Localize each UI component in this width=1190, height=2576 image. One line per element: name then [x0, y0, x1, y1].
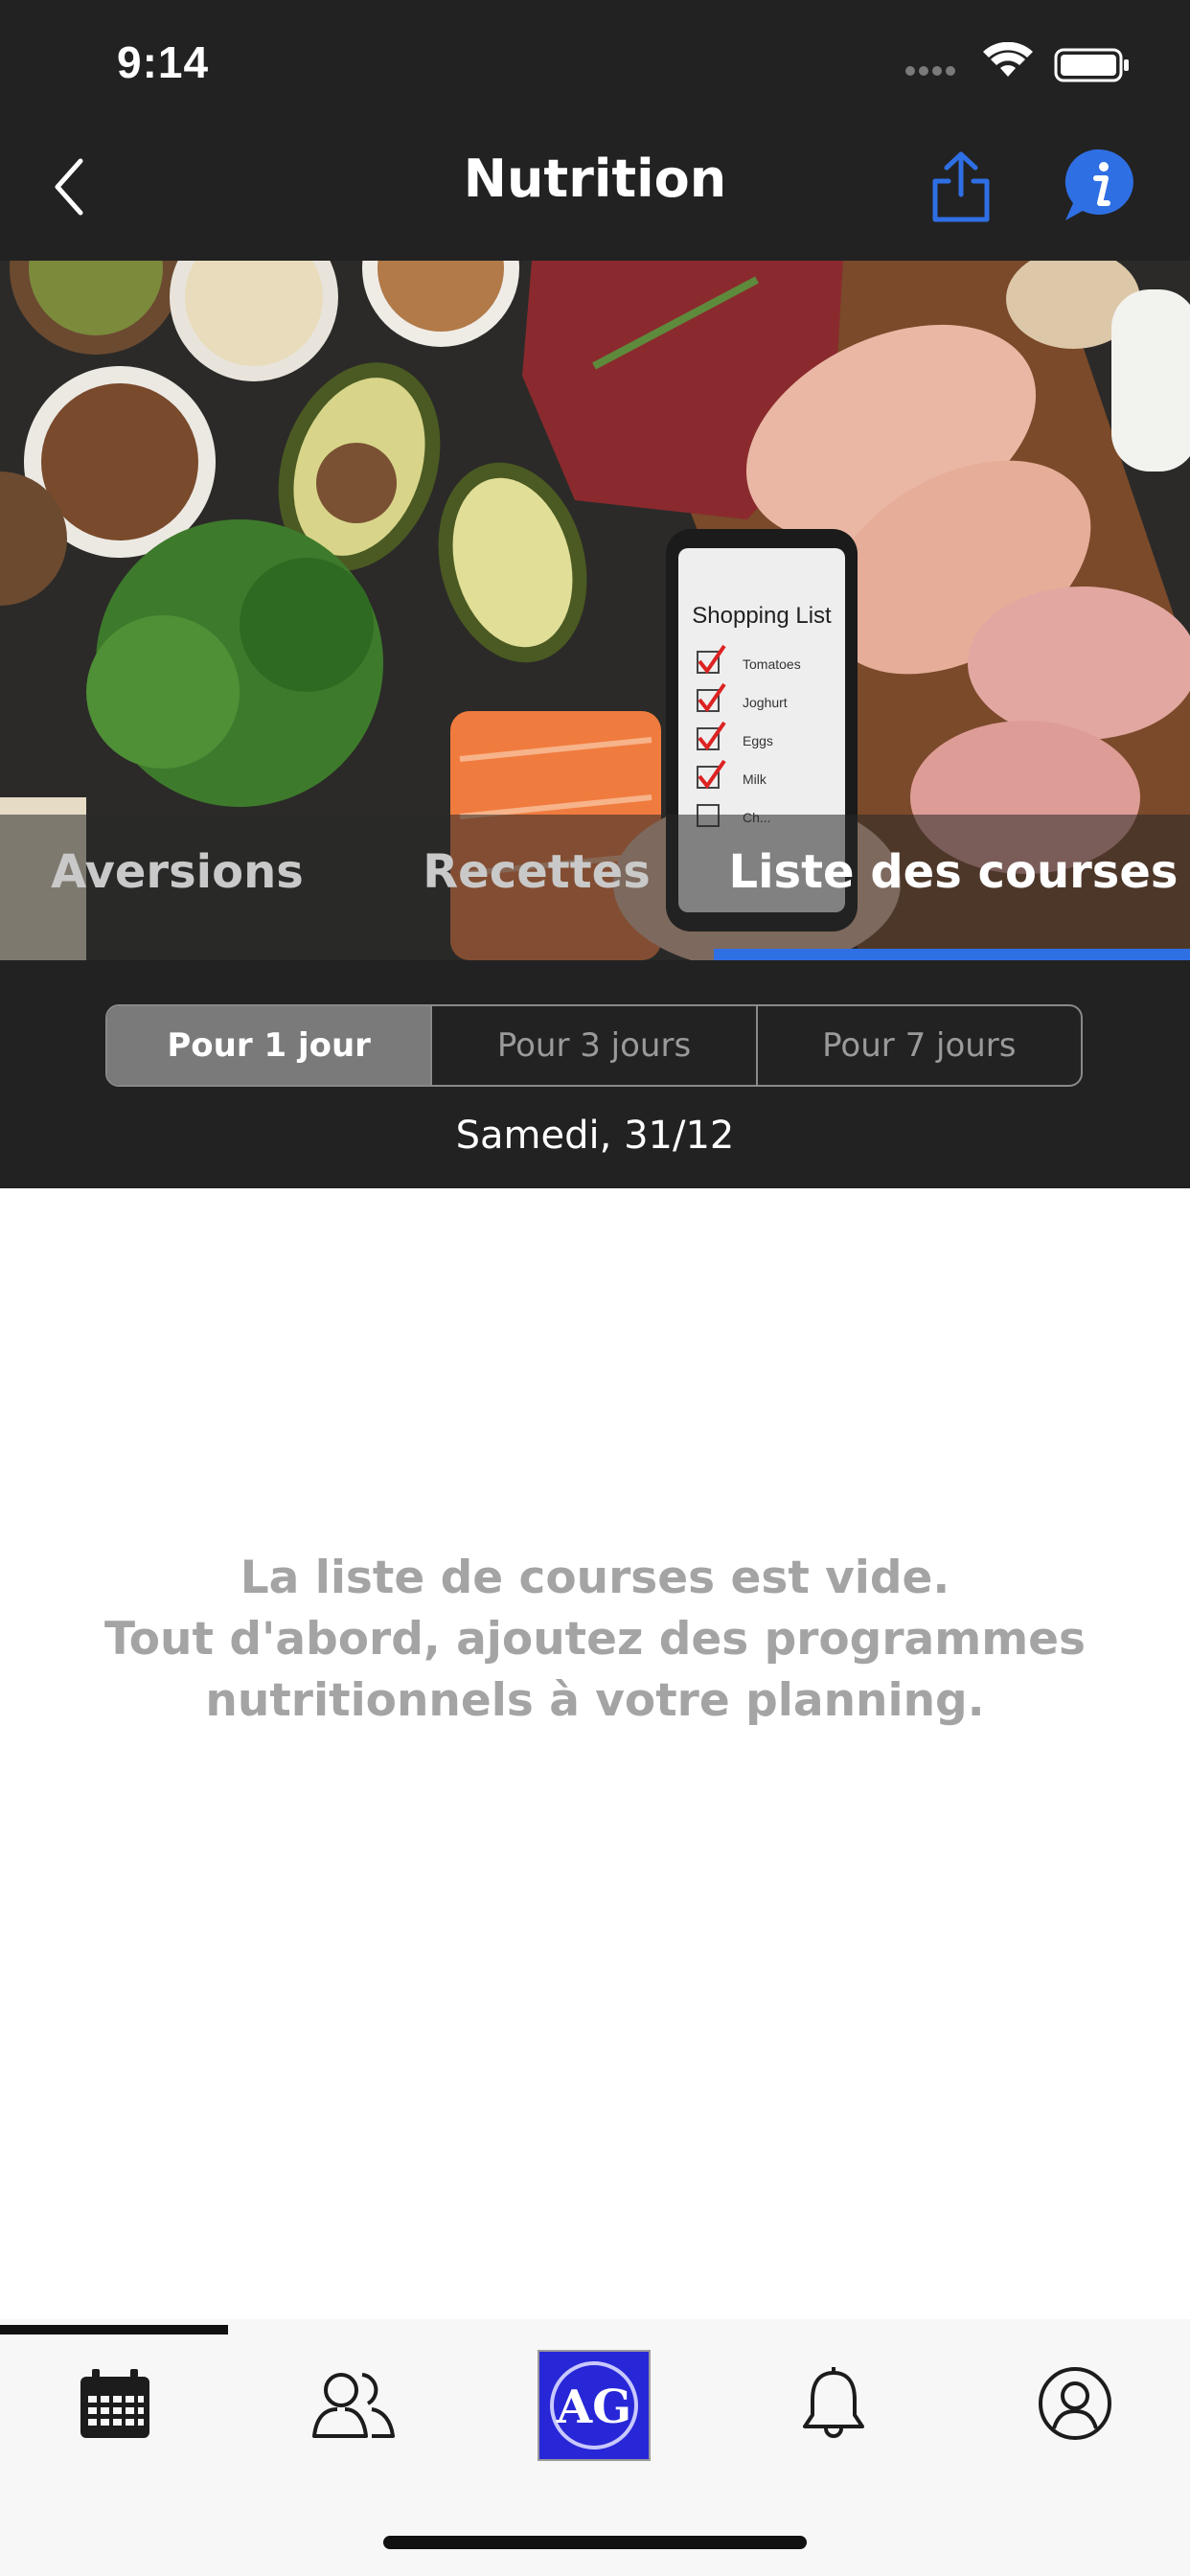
phone-item: Eggs — [743, 733, 773, 748]
segment-3-days[interactable]: Pour 3 jours — [432, 1006, 758, 1085]
users-icon[interactable] — [309, 2365, 399, 2442]
info-button[interactable] — [1062, 146, 1138, 226]
share-button[interactable] — [927, 149, 995, 225]
bell-icon[interactable] — [795, 2365, 872, 2442]
app-logo-icon: AG — [556, 2380, 631, 2434]
status-icons — [905, 42, 1129, 82]
profile-icon[interactable] — [1037, 2365, 1113, 2442]
empty-line-2: Tout d'abord, ajoutez des programmes — [103, 1613, 1087, 1666]
phone-item: Milk — [743, 771, 767, 787]
share-icon — [932, 151, 990, 222]
phone-item: Tomatoes — [743, 656, 801, 672]
active-tab-indicator — [714, 949, 1190, 960]
tab-liste-des-courses[interactable]: Liste des courses — [728, 845, 1179, 922]
active-tabbar-indicator — [0, 2325, 228, 2334]
signal-icon — [905, 66, 955, 76]
status-time: 9:14 — [117, 37, 210, 87]
wifi-icon — [983, 42, 1033, 77]
top-bar: 9:14 Nutrition — [0, 0, 1190, 261]
phone-screen-title: Shopping List — [692, 603, 832, 629]
empty-line-1: La liste de courses est vide. — [240, 1552, 950, 1604]
app-logo-button[interactable]: AG — [538, 2350, 651, 2461]
info-bubble-icon — [1064, 149, 1133, 220]
segment-1-day[interactable]: Pour 1 jour — [107, 1006, 433, 1085]
page-title: Nutrition — [463, 149, 727, 209]
tab-recettes[interactable]: Recettes — [402, 845, 671, 922]
home-indicator — [383, 2536, 807, 2549]
battery-icon — [1054, 48, 1129, 82]
nutrition-screen: 9:14 Nutrition Shopping List Tomatoes Jo… — [0, 0, 1190, 2576]
date-label: Samedi, 31/12 — [455, 1114, 735, 1158]
period-segmented-control: Pour 1 jour Pour 3 jours Pour 7 jours — [105, 1004, 1083, 1087]
phone-item: Joghurt — [743, 695, 788, 710]
empty-line-3: nutritionnels à votre planning. — [205, 1674, 985, 1727]
tab-aversions[interactable]: Aversions — [38, 845, 316, 922]
segment-7-days[interactable]: Pour 7 jours — [758, 1006, 1081, 1085]
calendar-icon[interactable] — [77, 2365, 153, 2442]
period-selector-area: Pour 1 jour Pour 3 jours Pour 7 jours Sa… — [0, 960, 1190, 1188]
empty-state-message: La liste de courses est vide. Tout d'abo… — [57, 1548, 1133, 1732]
